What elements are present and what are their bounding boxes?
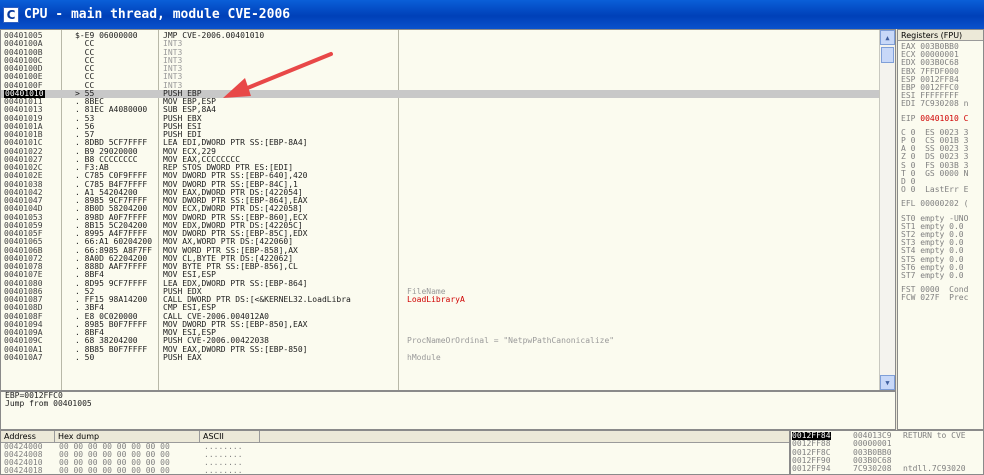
window-title: CPU - main thread, module CVE-2006 — [24, 7, 291, 22]
disasm-row[interactable]: 00401019. 53 PUSH EBX — [1, 114, 881, 123]
disasm-row[interactable]: 00401094. 8985 B0F7FFFF MOV DWORD PTR SS:… — [1, 320, 881, 329]
hex-dump-pane[interactable]: Address Hex dump ASCII 00424000 00 00 00 … — [0, 430, 790, 475]
register-line[interactable]: O 0 LastErr E — [898, 186, 983, 194]
disasm-row[interactable]: 00401078. 888D AAF7FFFF MOV BYTE PTR SS:[… — [1, 263, 881, 271]
title-bar[interactable]: C CPU - main thread, module CVE-2006 — [0, 0, 984, 29]
disasm-row[interactable]: 00401005 $-E9 06000000 JMP CVE-2006.004010… — [1, 32, 881, 40]
disasm-comment: hModule — [407, 352, 441, 362]
stack-val: 7C930208 — [853, 464, 892, 474]
disasm-row[interactable]: 004010A1. 8B85 B0F7FFFF MOV EAX,DWORD PTR… — [1, 345, 881, 354]
disasm-hex-bytes: . 50 — [75, 352, 95, 362]
disasm-row[interactable]: 0040100D CC INT3 — [1, 65, 881, 73]
disasm-row[interactable]: 00401087. FF15 98A14200 CALL DWORD PTR DS… — [1, 296, 881, 304]
register-line[interactable]: EFL 00000202 ( — [898, 200, 983, 208]
dump-hex: 00 00 00 00 00 00 00 00 — [59, 466, 170, 475]
scroll-thumb[interactable] — [881, 47, 894, 63]
register-line[interactable]: EDI 7C930208 n — [898, 100, 983, 108]
stack-addr: 0012FF94 — [792, 464, 831, 474]
register-line[interactable]: EIP 00401010 C — [898, 113, 983, 123]
disassembly-pane[interactable]: 00401005 $-E9 06000000 JMP CVE-2006.004010… — [0, 29, 896, 391]
disasm-address: 004010A7 — [4, 352, 43, 362]
scroll-up-button[interactable]: ▲ — [880, 30, 895, 45]
disasm-row[interactable]: 004010A7 . 50 PUSH EAX hModule — [1, 352, 881, 362]
dump-addr: 00424018 — [4, 466, 43, 475]
disasm-row[interactable]: 00401013. 81EC A4080000 SUB ESP,8A4 — [1, 106, 881, 114]
stack-row[interactable]: 0012FF94 7C930208 ntdll.7C93020 — [791, 464, 983, 474]
register-line[interactable]: ST7 empty 0.0 — [898, 271, 983, 280]
registers-header[interactable]: Registers (FPU) — [898, 30, 983, 41]
app-icon: C — [3, 6, 19, 23]
stack-pane[interactable]: 0012FF84 004013C9 RETURN to CVE 0012FF88 000… — [790, 430, 984, 475]
info-line-jump: Jump from 00401005 — [5, 399, 92, 408]
disasm-row[interactable]: 0040100A CC INT3 — [1, 40, 881, 48]
disasm-row-selected[interactable]: 00401010 > 55 PUSH EBP — [1, 89, 881, 98]
stack-cmt: RETURN to CVE — [903, 431, 966, 440]
disasm-row[interactable]: 0040101A. 56 PUSH ESI — [1, 122, 881, 131]
dump-row[interactable]: 00424018 00 00 00 00 00 00 00 00........ — [1, 467, 789, 475]
info-line-ebp: EBP=0012FFC0 — [5, 391, 63, 400]
eip-value: 00401010 C — [920, 113, 969, 123]
disasm-row[interactable]: 0040100F CC INT3 — [1, 81, 881, 90]
stack-cmt: ntdll.7C93020 — [903, 464, 966, 474]
dump-ascii: ........ — [204, 466, 243, 475]
disasm-comment: ProcNameOrOrdinal = "NetpwPathCanonicali… — [407, 336, 615, 346]
disasm-row[interactable]: 0040100C CC INT3 — [1, 56, 881, 65]
registers-pane[interactable]: Registers (FPU) EAX 003B0BB0 ECX 00000001… — [897, 29, 984, 430]
disasm-comment: LoadLibraryA — [407, 295, 465, 304]
disasm-instruction: PUSH EAX — [163, 352, 202, 362]
info-pane: EBP=0012FFC0 Jump from 00401005 — [0, 391, 896, 430]
disasm-row[interactable]: 0040100B CC INT3 — [1, 48, 881, 57]
disasm-row[interactable]: 00401027. B8 CCCCCCCC MOV EAX,CCCCCCCC — [1, 155, 881, 164]
disassembly-scrollbar[interactable]: ▲ ▼ — [879, 30, 895, 390]
register-line[interactable]: FCW 027F Prec — [898, 294, 983, 302]
scroll-down-button[interactable]: ▼ — [880, 375, 895, 390]
disasm-row[interactable]: 0040100E CC INT3 — [1, 73, 881, 81]
